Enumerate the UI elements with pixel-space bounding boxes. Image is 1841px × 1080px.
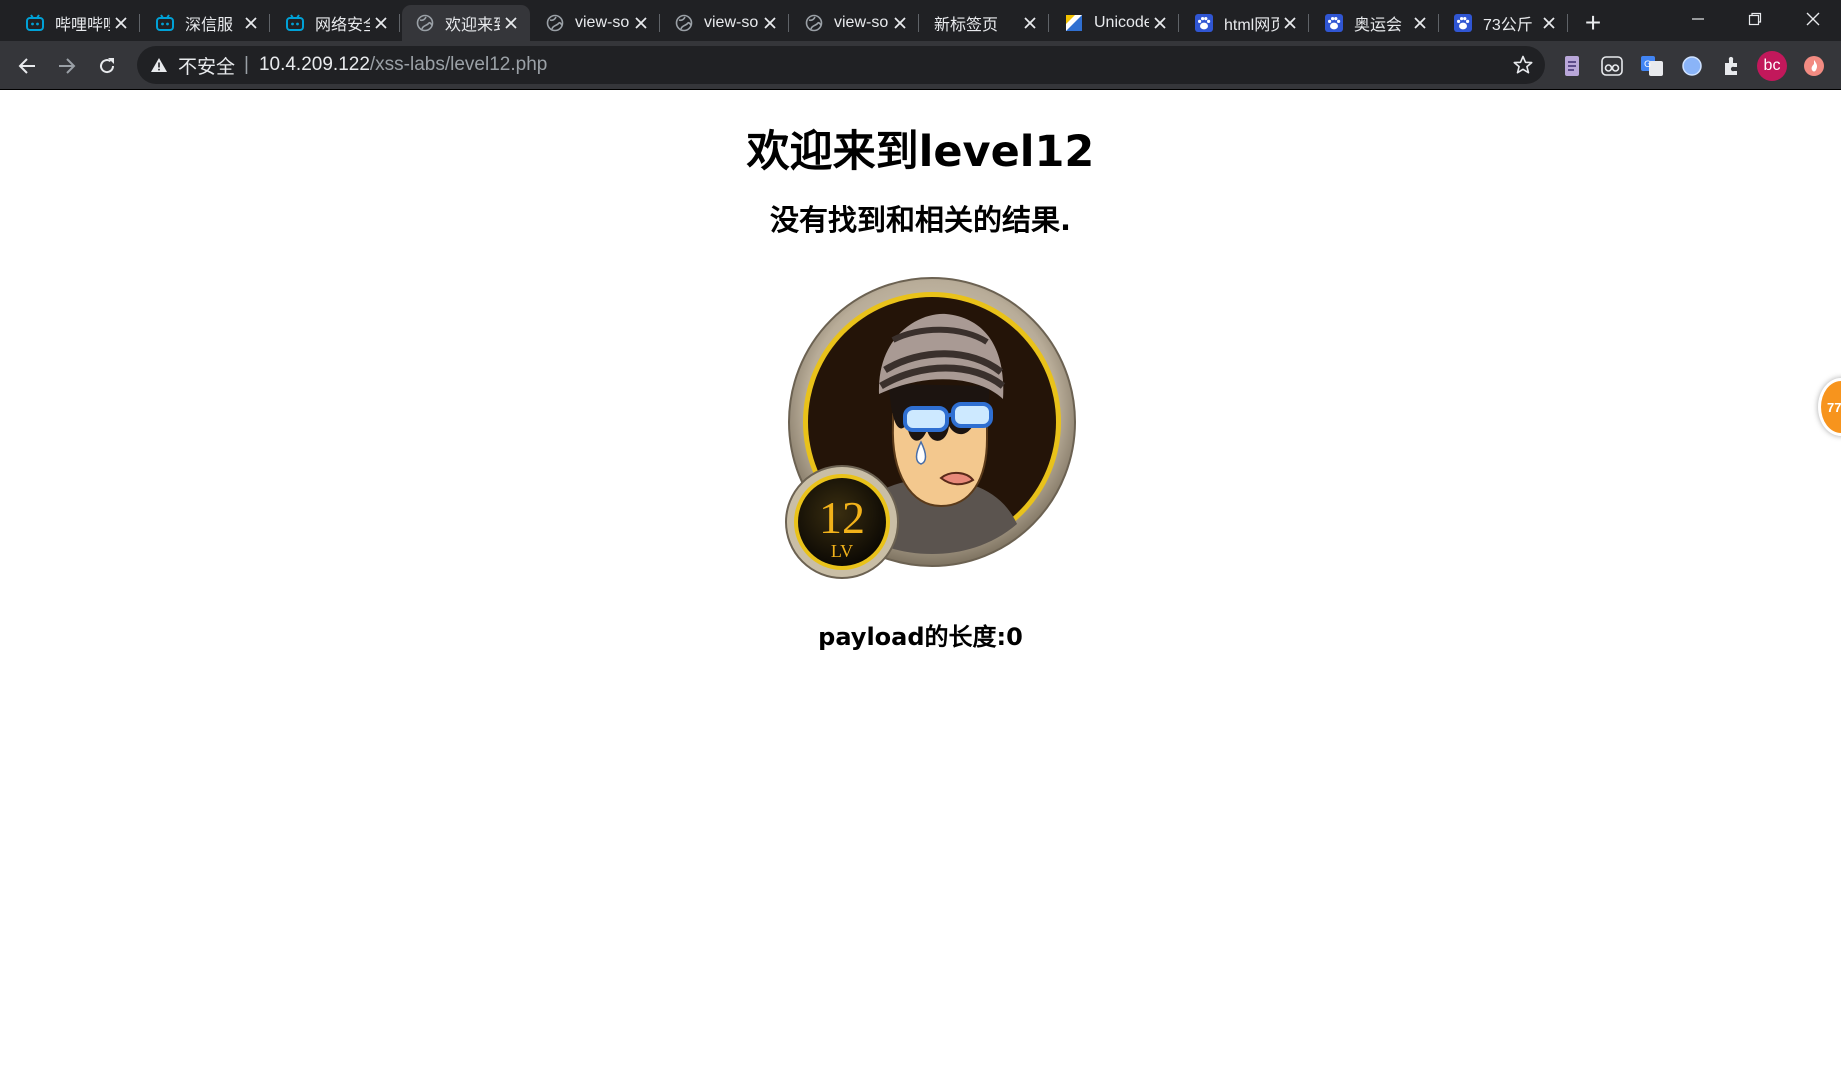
search-result-text: 没有找到和相关的结果. bbox=[769, 203, 1072, 237]
tab-title: 哔哩哔哩 bbox=[55, 17, 110, 34]
globe-icon bbox=[545, 13, 565, 33]
extension-flame-icon[interactable] bbox=[1801, 53, 1827, 79]
arrow-left-icon bbox=[18, 58, 35, 74]
browser-tab[interactable]: html网页 bbox=[1181, 5, 1309, 41]
page-title: 欢迎来到level12 bbox=[746, 127, 1095, 177]
browser-toolbar: 不安全 | 10.4.209.122/xss-labs/level12.php … bbox=[0, 41, 1841, 89]
tab-title: 网络安全 bbox=[315, 17, 370, 34]
browser-tab[interactable]: 网络安全 bbox=[272, 5, 400, 41]
tab-close-icon[interactable] bbox=[1409, 12, 1431, 34]
badge-level-label: LV bbox=[831, 541, 853, 561]
extensions-puzzle-icon[interactable] bbox=[1719, 53, 1745, 79]
level12-badge-image: 12 LV bbox=[785, 277, 1076, 579]
profile-avatar[interactable]: bc bbox=[1757, 51, 1787, 81]
tab-separator bbox=[1308, 14, 1309, 32]
browser-tab[interactable]: 73公斤 bbox=[1440, 5, 1568, 41]
tab-separator bbox=[1048, 14, 1049, 32]
reload-icon bbox=[100, 58, 115, 74]
tab-separator bbox=[399, 14, 400, 32]
address-divider: | bbox=[244, 54, 249, 75]
tab-close-icon[interactable] bbox=[1279, 12, 1301, 34]
browser-tab[interactable]: view-source bbox=[791, 5, 919, 41]
globe-icon bbox=[804, 13, 824, 33]
baidu-paw-icon bbox=[1453, 13, 1473, 33]
back-button[interactable] bbox=[10, 49, 44, 83]
tab-close-icon[interactable] bbox=[630, 12, 652, 34]
bilibili-icon bbox=[285, 13, 305, 33]
tab-title: 欢迎来到 bbox=[445, 17, 500, 34]
tab-title: 深信服 bbox=[185, 17, 234, 34]
baidu-paw-icon bbox=[1194, 13, 1214, 33]
tab-close-icon[interactable] bbox=[889, 12, 911, 34]
baidu-paw-icon bbox=[1324, 13, 1344, 33]
bookmark-star-icon[interactable] bbox=[1513, 55, 1533, 75]
new-tab-button[interactable]: + bbox=[1577, 7, 1609, 39]
bilibili-icon bbox=[155, 13, 175, 33]
tab-separator bbox=[139, 14, 140, 32]
tab-title: view-source bbox=[704, 14, 759, 31]
extension-document-icon[interactable] bbox=[1559, 53, 1585, 79]
tab-close-icon[interactable] bbox=[240, 12, 262, 34]
tab-close-icon[interactable] bbox=[1538, 12, 1560, 34]
browser-chrome: 哔哩哔哩 深信服 网络安全 欢迎来到 view-source view-source vie… bbox=[0, 0, 1841, 89]
globe-icon bbox=[674, 13, 694, 33]
tab-separator bbox=[918, 14, 919, 32]
browser-tab[interactable]: 欢迎来到 bbox=[402, 5, 530, 41]
tab-title: view-source bbox=[575, 14, 630, 31]
unicode-site-icon bbox=[1064, 13, 1084, 33]
tab-close-icon[interactable] bbox=[1149, 12, 1171, 34]
tab-separator bbox=[1178, 14, 1179, 32]
browser-tab[interactable]: 哔哩哔哩 bbox=[12, 5, 140, 41]
tab-separator bbox=[1438, 14, 1439, 32]
browser-tab[interactable]: view-source bbox=[661, 5, 789, 41]
minimize-button[interactable] bbox=[1670, 0, 1726, 38]
tab-close-icon[interactable] bbox=[370, 12, 392, 34]
browser-tab[interactable]: view-source bbox=[532, 5, 660, 41]
restore-button[interactable] bbox=[1727, 0, 1783, 38]
browser-tab[interactable]: 奥运会 bbox=[1311, 5, 1439, 41]
tab-title: Unicode bbox=[1094, 14, 1149, 31]
extension-translate-icon[interactable]: G bbox=[1639, 53, 1665, 79]
extension-circle-icon[interactable] bbox=[1679, 53, 1705, 79]
tab-separator bbox=[269, 14, 270, 32]
page-content: 欢迎来到level12 没有找到和相关的结果. 12 LV payload的长度… bbox=[0, 89, 1841, 1080]
tab-title: 奥运会 bbox=[1354, 17, 1403, 34]
tab-title: view-source bbox=[834, 14, 889, 31]
browser-tab[interactable]: 新标签页 bbox=[921, 5, 1049, 41]
tab-title: 新标签页 bbox=[934, 17, 999, 34]
tab-close-icon[interactable] bbox=[1019, 12, 1041, 34]
tab-close-icon[interactable] bbox=[110, 12, 132, 34]
url-path[interactable]: /xss-labs/level12.php bbox=[370, 54, 547, 76]
close-window-button[interactable] bbox=[1785, 0, 1841, 38]
payload-length-text: payload的长度:0 bbox=[818, 623, 1023, 651]
tab-title: 73公斤 bbox=[1483, 17, 1533, 34]
badge-level-number: 12 bbox=[819, 492, 865, 543]
forward-button[interactable] bbox=[50, 49, 84, 83]
browser-tab[interactable]: Unicode bbox=[1051, 5, 1179, 41]
globe-icon bbox=[415, 13, 435, 33]
tab-separator bbox=[788, 14, 789, 32]
tab-close-icon[interactable] bbox=[500, 12, 522, 34]
url-host[interactable]: 10.4.209.122 bbox=[259, 54, 370, 76]
tab-separator bbox=[659, 14, 660, 32]
reload-button[interactable] bbox=[90, 49, 124, 83]
tab-strip: 哔哩哔哩 深信服 网络安全 欢迎来到 view-source view-source vie… bbox=[0, 0, 1841, 41]
arrow-right-icon bbox=[59, 58, 76, 74]
tab-close-icon[interactable] bbox=[759, 12, 781, 34]
address-bar[interactable]: 不安全 | 10.4.209.122/xss-labs/level12.php bbox=[137, 46, 1545, 84]
browser-tab[interactable]: 深信服 bbox=[142, 5, 270, 41]
extension-glasses-icon[interactable] bbox=[1599, 53, 1625, 79]
tab-separator bbox=[1567, 14, 1568, 32]
tab-title: html网页 bbox=[1224, 17, 1279, 34]
svg-text:G: G bbox=[1644, 60, 1651, 70]
bilibili-icon bbox=[25, 13, 45, 33]
security-label[interactable]: 不安全 bbox=[178, 52, 235, 79]
warning-icon[interactable] bbox=[149, 55, 169, 75]
